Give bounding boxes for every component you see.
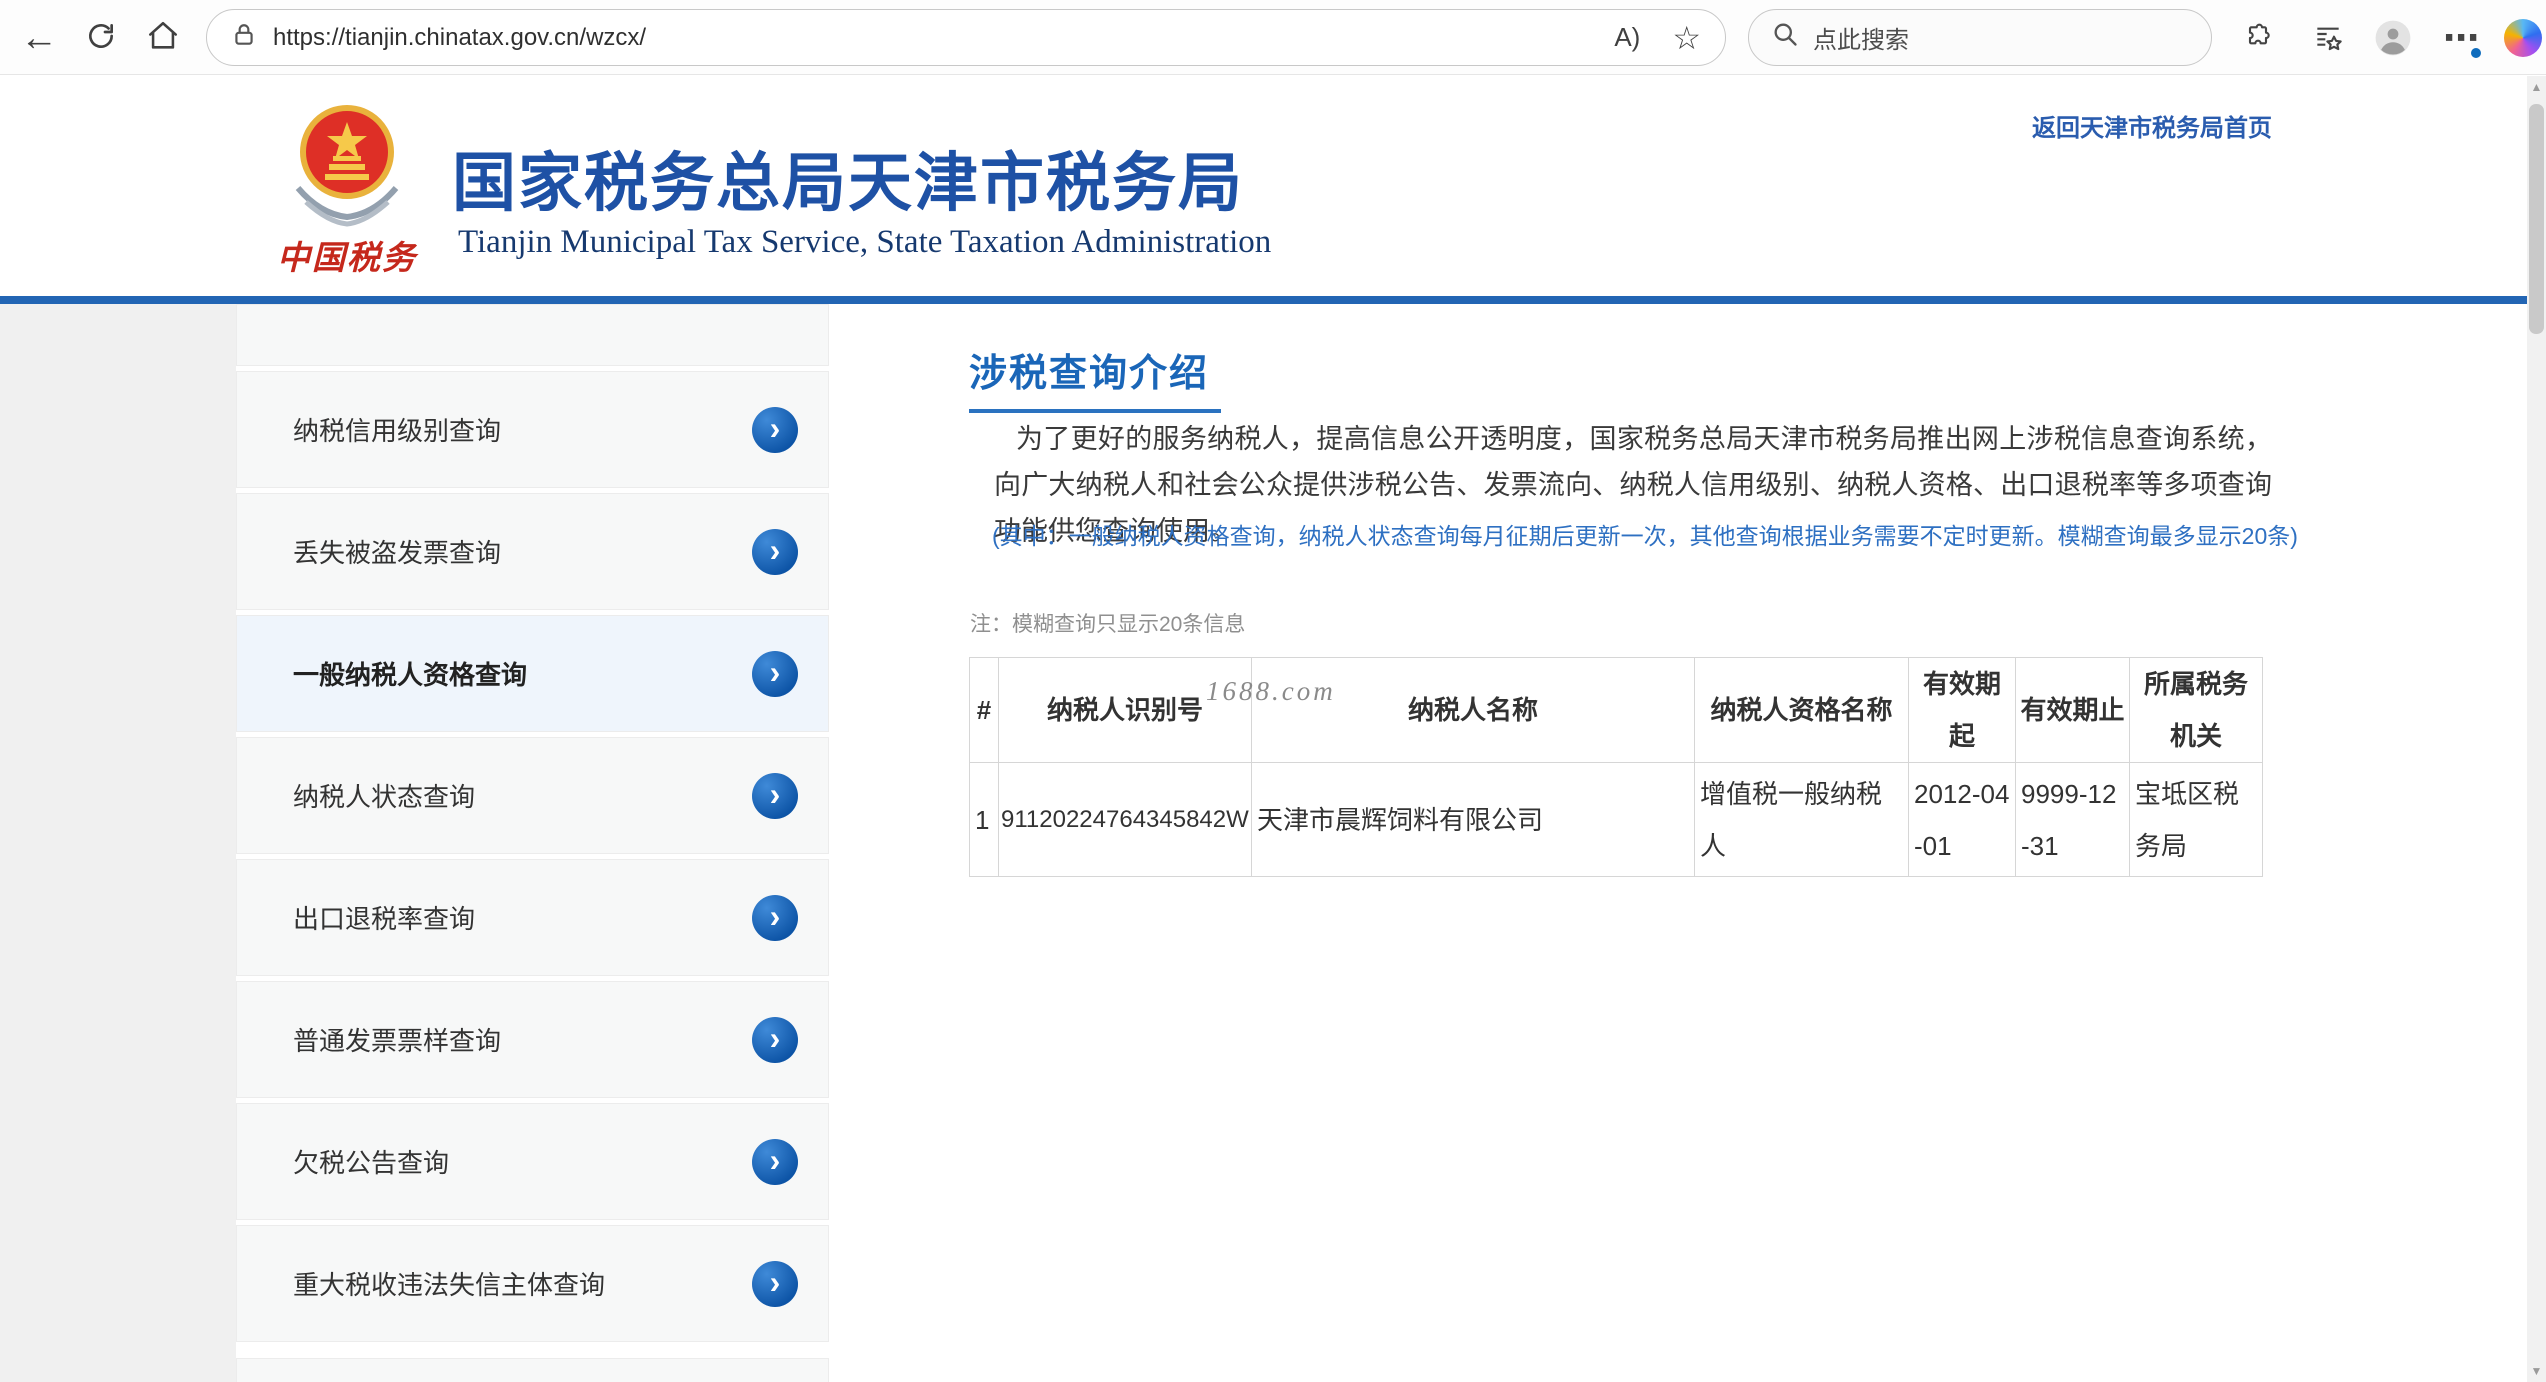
sidebar-item-label: 普通发票票样查询 xyxy=(293,1021,501,1058)
logo-calligraphy: 中国税务 xyxy=(276,231,418,279)
scroll-up-icon[interactable]: ▲ xyxy=(2527,80,2546,94)
extensions-icon[interactable] xyxy=(2237,17,2279,59)
search-icon xyxy=(1771,20,1799,55)
col-header-tax-authority: 所属税务机关 xyxy=(2130,658,2263,763)
arrow-button[interactable]: › xyxy=(752,529,798,575)
col-header-valid-to: 有效期止 xyxy=(2016,658,2130,763)
sidebar-item-taxpayer-status[interactable]: 纳税人状态查询 › xyxy=(236,737,829,854)
col-header-qualification: 纳税人资格名称 xyxy=(1695,658,1909,763)
site-info-lock-icon[interactable] xyxy=(231,22,257,53)
favorites-hub-icon[interactable] xyxy=(2307,17,2349,59)
more-menu-button[interactable]: ⋯ xyxy=(2440,17,2482,59)
cell-valid-to: 9999-12-31 xyxy=(2016,763,2130,877)
table-header-row: # 纳税人识别号 纳税人名称 纳税人资格名称 有效期起 有效期止 所属税务机关 xyxy=(970,658,2263,763)
site-header: 中国税务 国家税务总局天津市税务局 Tianjin Municipal Tax … xyxy=(0,76,2546,296)
site-title: 国家税务总局天津市税务局 xyxy=(452,132,1244,224)
cell-index: 1 xyxy=(970,763,999,877)
refresh-button[interactable] xyxy=(78,15,124,61)
browser-window: { "browser": { "url": "https://tianjin.c… xyxy=(0,0,2546,1382)
url-text[interactable]: https://tianjin.chinatax.gov.cn/wzcx/ xyxy=(273,24,1598,52)
sidebar-item-export-tax-rebate-rate[interactable]: 出口退税率查询 › xyxy=(236,859,829,976)
profile-avatar[interactable] xyxy=(2372,17,2414,59)
copilot-gradient-circle xyxy=(2504,19,2542,57)
sidebar-item-partial-top[interactable] xyxy=(236,304,829,366)
sidebar-item-label: 纳税人状态查询 xyxy=(293,777,475,814)
tax-bureau-logo: 中国税务 xyxy=(276,96,418,279)
sidebar-item-ordinary-invoice-sample[interactable]: 普通发票票样查询 › xyxy=(236,981,829,1098)
chevron-right-icon: › xyxy=(770,1266,781,1298)
header-divider xyxy=(0,296,2546,304)
page-title: 涉税查询介绍 xyxy=(969,342,1221,413)
arrow-button[interactable]: › xyxy=(752,1017,798,1063)
sidebar-item-label: 重大税收违法失信主体查询 xyxy=(293,1265,605,1302)
sidebar-item-major-tax-violation[interactable]: 重大税收违法失信主体查询 › xyxy=(236,1225,829,1342)
table-row: 1 91120224764345842W 天津市晨辉饲料有限公司 增值税一般纳税… xyxy=(970,763,2263,877)
sidebar-item-label: 一般纳税人资格查询 xyxy=(293,655,527,692)
results-table: # 纳税人识别号 纳税人名称 纳税人资格名称 有效期起 有效期止 所属税务机关 … xyxy=(969,657,2263,877)
back-button[interactable]: ← xyxy=(16,15,62,61)
cell-taxpayer-name: 天津市晨辉饲料有限公司 xyxy=(1252,763,1695,877)
chevron-right-icon: › xyxy=(770,1022,781,1054)
scroll-down-icon[interactable]: ▼ xyxy=(2527,1364,2546,1378)
site-subtitle: Tianjin Municipal Tax Service, State Tax… xyxy=(458,224,1271,261)
chevron-right-icon: › xyxy=(770,900,781,932)
arrow-button[interactable]: › xyxy=(752,651,798,697)
address-bar[interactable]: https://tianjin.chinatax.gov.cn/wzcx/ A)… xyxy=(206,9,1726,66)
cell-qualification: 增值税一般纳税人 xyxy=(1695,763,1909,877)
arrow-button[interactable]: › xyxy=(752,1261,798,1307)
update-note: (其中：一般纳税人资格查询，纳税人状态查询每月征期后更新一次，其他查询根据业务需… xyxy=(992,517,2298,551)
fuzzy-query-note: 注：模糊查询只显示20条信息 xyxy=(970,608,1245,638)
sidebar-item-general-taxpayer-qualification[interactable]: 一般纳税人资格查询 › xyxy=(236,615,829,732)
refresh-icon xyxy=(85,20,117,57)
sidebar-item-label: 丢失被盗发票查询 xyxy=(293,533,501,570)
chevron-right-icon: › xyxy=(770,656,781,688)
search-placeholder: 点此搜索 xyxy=(1813,20,1909,55)
notification-dot xyxy=(2469,46,2483,60)
col-header-valid-from: 有效期起 xyxy=(1909,658,2016,763)
cell-tax-authority: 宝坻区税务局 xyxy=(2130,763,2263,877)
return-home-link[interactable]: 返回天津市税务局首页 xyxy=(2032,108,2272,143)
browser-toolbar: ← https://tianjin.chinatax.gov.cn/wzcx/ … xyxy=(0,0,2546,75)
sidebar-item-partial-bottom[interactable] xyxy=(236,1358,829,1382)
sidebar-menu: 纳税信用级别查询 › 丢失被盗发票查询 › 一般纳税人资格查询 › 纳税人状态查… xyxy=(236,304,830,1382)
home-icon xyxy=(146,19,180,58)
home-button[interactable] xyxy=(140,15,186,61)
chevron-right-icon: › xyxy=(770,412,781,444)
sidebar-item-label: 欠税公告查询 xyxy=(293,1143,449,1180)
copilot-icon[interactable] xyxy=(2502,17,2544,59)
favorite-star-icon[interactable]: ☆ xyxy=(1672,19,1701,57)
arrow-button[interactable]: › xyxy=(752,1139,798,1185)
scrollbar-thumb[interactable] xyxy=(2529,104,2544,334)
chevron-right-icon: › xyxy=(770,1144,781,1176)
sidebar-item-tax-arrears-announcement[interactable]: 欠税公告查询 › xyxy=(236,1103,829,1220)
sidebar-item-label: 纳税信用级别查询 xyxy=(293,411,501,448)
read-aloud-icon[interactable]: A) xyxy=(1614,22,1640,53)
col-header-index: # xyxy=(970,658,999,763)
cell-taxpayer-id: 91120224764345842W xyxy=(999,763,1252,877)
col-header-taxpayer-name: 纳税人名称 xyxy=(1252,658,1695,763)
arrow-button[interactable]: › xyxy=(752,895,798,941)
sidebar-item-label: 出口退税率查询 xyxy=(293,899,475,936)
arrow-button[interactable]: › xyxy=(752,773,798,819)
chevron-right-icon: › xyxy=(770,778,781,810)
cell-valid-from: 2012-04-01 xyxy=(1909,763,2016,877)
left-gutter xyxy=(0,304,236,1382)
sidebar-item-tax-credit-level[interactable]: 纳税信用级别查询 › xyxy=(236,371,829,488)
sidebar-item-lost-stolen-invoice[interactable]: 丢失被盗发票查询 › xyxy=(236,493,829,610)
chevron-right-icon: › xyxy=(770,534,781,566)
scrollbar[interactable]: ▲ ▼ xyxy=(2527,76,2546,1382)
arrow-button[interactable]: › xyxy=(752,407,798,453)
back-icon: ← xyxy=(20,17,58,60)
search-box[interactable]: 点此搜索 xyxy=(1748,9,2212,66)
col-header-taxpayer-id: 纳税人识别号 xyxy=(999,658,1252,763)
